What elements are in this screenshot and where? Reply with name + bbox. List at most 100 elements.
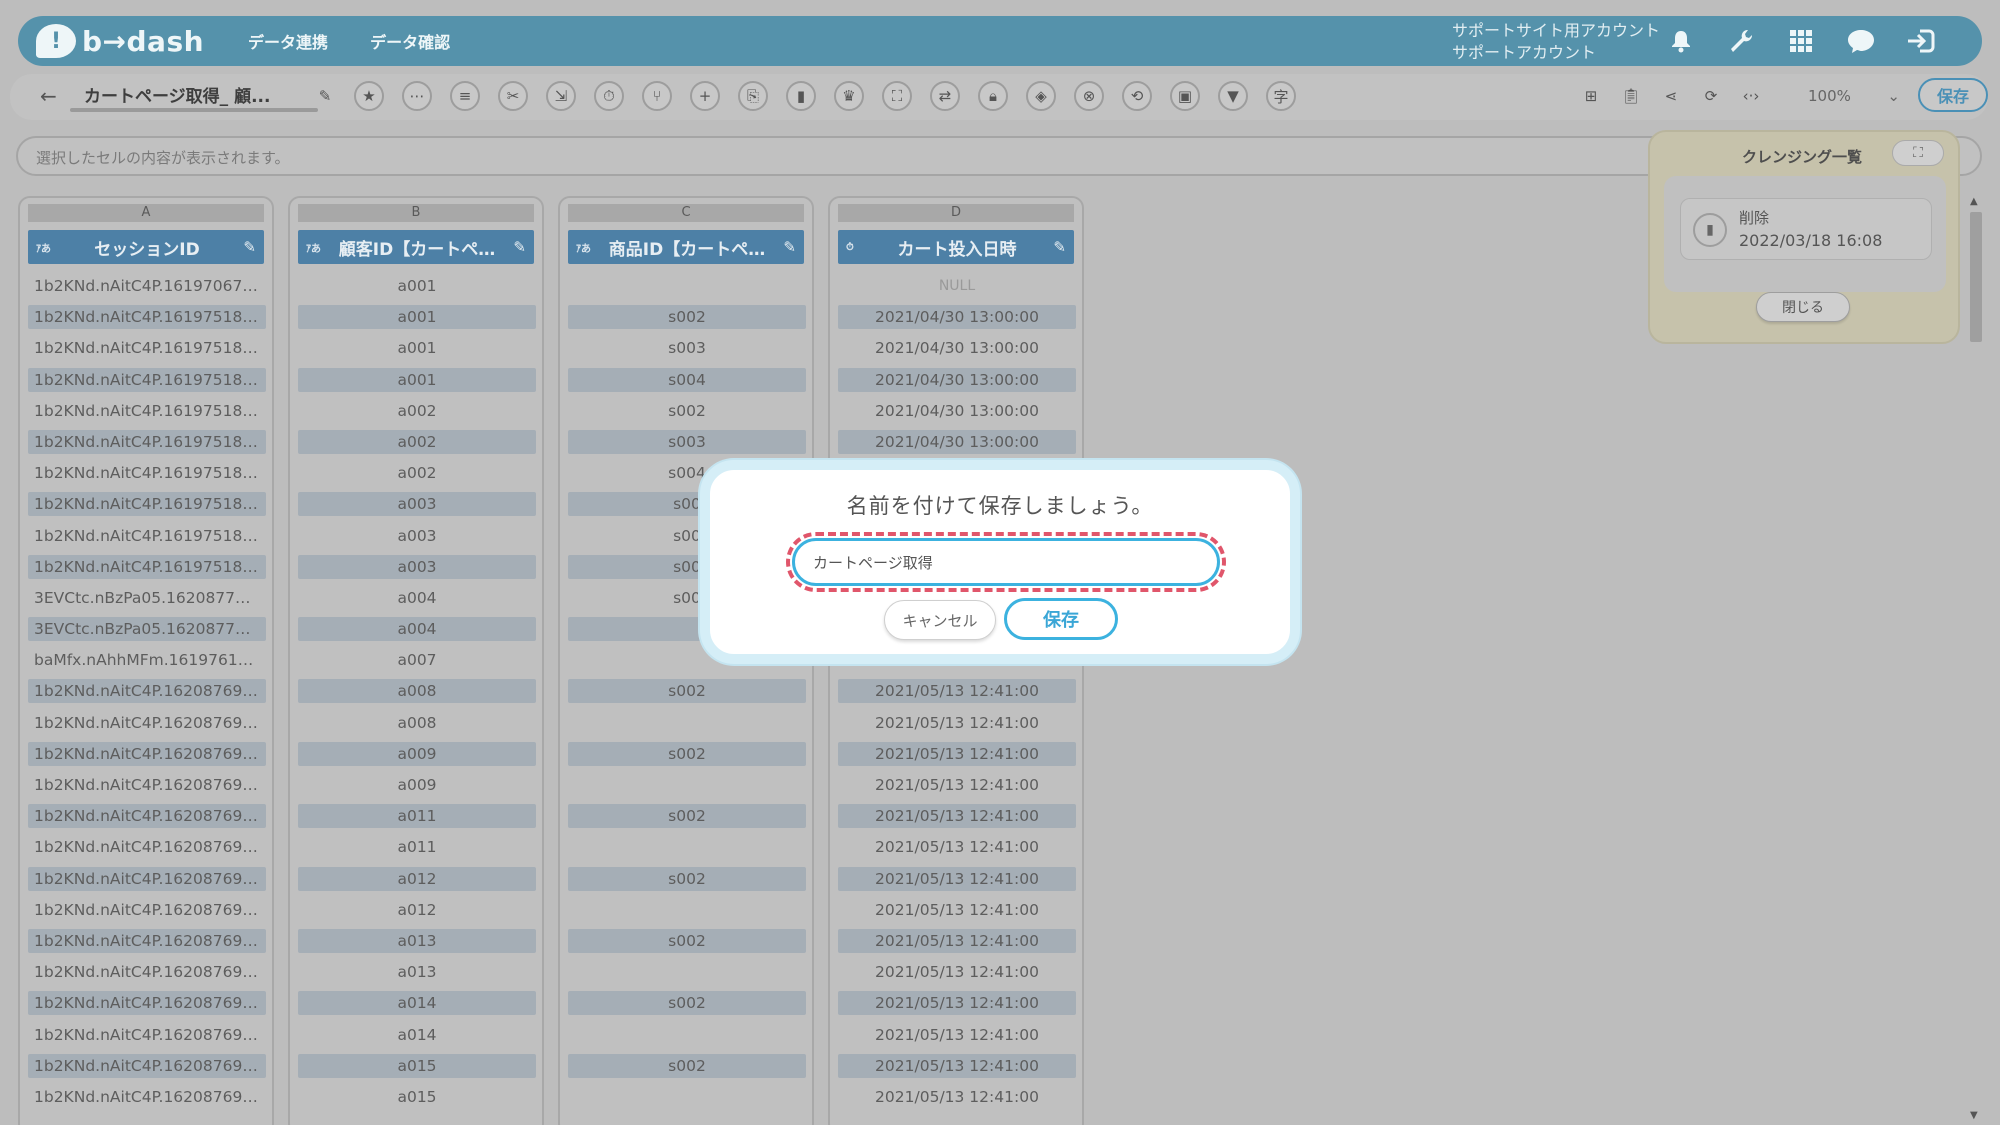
- resize-icon[interactable]: ⇲: [546, 81, 576, 111]
- table-cell[interactable]: 1b2KNd.nAitC4P.162087690...: [28, 928, 266, 953]
- table-cell[interactable]: 1b2KNd.nAitC4P.162087690...: [28, 960, 266, 984]
- table-cell[interactable]: a012: [298, 898, 536, 922]
- table-cell[interactable]: a015: [298, 1085, 536, 1109]
- table-cell[interactable]: a008: [298, 679, 536, 704]
- delete-icon[interactable]: ▮: [786, 81, 816, 111]
- table-cell[interactable]: a002: [298, 461, 536, 485]
- table-cell[interactable]: 1b2KNd.nAitC4P.161975180...: [28, 492, 266, 517]
- table-cell[interactable]: 2021/04/30 13:00:00: [838, 305, 1076, 330]
- table-cell[interactable]: s002: [568, 866, 806, 891]
- table-cell[interactable]: a014: [298, 991, 536, 1016]
- zoom-select[interactable]: 100% ⌄: [1788, 82, 1908, 110]
- column-header[interactable]: ｱあ セッションID ✎: [28, 230, 264, 264]
- column-header[interactable]: ｱあ 顧客ID【カートペ… ✎: [298, 230, 534, 264]
- table-cell[interactable]: [568, 835, 806, 859]
- lock-icon[interactable]: 🔒︎: [978, 81, 1008, 111]
- table-cell[interactable]: 2021/05/13 12:41:00: [838, 741, 1076, 766]
- table-cell[interactable]: a008: [298, 711, 536, 735]
- table-cell[interactable]: a001: [298, 274, 536, 298]
- table-cell[interactable]: a011: [298, 804, 536, 829]
- edit-column-icon[interactable]: ✎: [506, 238, 526, 256]
- table-cell[interactable]: [568, 898, 806, 922]
- table-cell[interactable]: a002: [298, 399, 536, 423]
- nav-data-check[interactable]: データ確認: [370, 29, 450, 53]
- table-cell[interactable]: 2021/04/30 13:00:00: [838, 429, 1076, 454]
- grid-menu-icon[interactable]: [1784, 24, 1818, 58]
- table-cell[interactable]: 2021/05/13 12:41:00: [838, 866, 1076, 891]
- table-cell[interactable]: a001: [298, 336, 536, 360]
- table-cell[interactable]: 1b2KNd.nAitC4P.161975180...: [28, 399, 266, 423]
- table-cell[interactable]: a003: [298, 554, 536, 579]
- table-cell[interactable]: 2021/05/13 12:41:00: [838, 773, 1076, 797]
- table-cell[interactable]: 1b2KNd.nAitC4P.162087690...: [28, 711, 266, 735]
- document-title[interactable]: カートページ取得_ 顧...: [84, 82, 314, 107]
- table-cell[interactable]: a014: [298, 1023, 536, 1047]
- table-cell[interactable]: 2021/05/13 12:41:00: [838, 711, 1076, 735]
- table-cell[interactable]: 2021/05/13 12:41:00: [838, 835, 1076, 859]
- table-cell[interactable]: a002: [298, 429, 536, 454]
- table-cell[interactable]: a003: [298, 524, 536, 548]
- code-icon[interactable]: ‹·›: [1736, 81, 1766, 111]
- table-cell[interactable]: s002: [568, 1053, 806, 1078]
- table-cell[interactable]: 1b2KNd.nAitC4P.161975180...: [28, 461, 266, 485]
- table-cell[interactable]: 2021/05/13 12:41:00: [838, 991, 1076, 1016]
- filter-icon[interactable]: ▼: [1218, 81, 1248, 111]
- table-cell[interactable]: s004: [568, 367, 806, 392]
- dialog-save-button[interactable]: 保存: [1004, 598, 1118, 640]
- table-cell[interactable]: 1b2KNd.nAitC4P.162087690...: [28, 679, 266, 704]
- table-cell[interactable]: 1b2KNd.nAitC4P.162087690...: [28, 866, 266, 891]
- table-cell[interactable]: s003: [568, 336, 806, 360]
- table-cell[interactable]: 2021/04/30 13:00:00: [838, 367, 1076, 392]
- table-cell[interactable]: 1b2KNd.nAitC4P.162087690...: [28, 898, 266, 922]
- table-cell[interactable]: s002: [568, 399, 806, 423]
- table-cell[interactable]: 2021/05/13 12:41:00: [838, 898, 1076, 922]
- account-info[interactable]: サポートサイト用アカウント サポートアカウント: [1452, 20, 1660, 64]
- column-letter[interactable]: C: [568, 204, 804, 222]
- table-cell[interactable]: 1b2KNd.nAitC4P.162087690...: [28, 741, 266, 766]
- table-cell[interactable]: [568, 274, 806, 298]
- frame-icon[interactable]: ▣: [1170, 81, 1200, 111]
- transform-icon[interactable]: ⟲: [1122, 81, 1152, 111]
- column-letter[interactable]: A: [28, 204, 264, 222]
- table-cell[interactable]: NULL: [838, 274, 1076, 298]
- column-header[interactable]: ⏱ カート投入日時 ✎: [838, 230, 1074, 264]
- bell-icon[interactable]: [1664, 24, 1698, 58]
- table-cell[interactable]: a009: [298, 773, 536, 797]
- text-format-icon[interactable]: 字: [1266, 81, 1296, 111]
- table-cell[interactable]: a011: [298, 835, 536, 859]
- close-button[interactable]: 閉じる: [1756, 292, 1850, 322]
- edit-column-icon[interactable]: ✎: [236, 238, 256, 256]
- table-cell[interactable]: 1b2KNd.nAitC4P.161975180...: [28, 305, 266, 330]
- table-cell[interactable]: 2021/05/13 12:41:00: [838, 679, 1076, 704]
- scroll-thumb[interactable]: [1970, 212, 1982, 342]
- table-cell[interactable]: a004: [298, 617, 536, 642]
- table-cell[interactable]: 3EVCtc.nBzPa05.162087702...: [28, 586, 266, 610]
- table-cell[interactable]: s002: [568, 305, 806, 330]
- table-cell[interactable]: a001: [298, 305, 536, 330]
- table-cell[interactable]: a004: [298, 586, 536, 610]
- table-cell[interactable]: s002: [568, 679, 806, 704]
- table-cell[interactable]: 1b2KNd.nAitC4P.161970677...: [28, 274, 266, 298]
- clipboard-icon[interactable]: 📋︎: [1616, 81, 1646, 111]
- wrench-icon[interactable]: [1724, 24, 1758, 58]
- table-cell[interactable]: a012: [298, 866, 536, 891]
- expand-icon[interactable]: ⛶: [1892, 140, 1944, 166]
- table-cell[interactable]: s002: [568, 991, 806, 1016]
- scroll-down-icon[interactable]: ▼: [1970, 1110, 1978, 1121]
- column-letter[interactable]: D: [838, 204, 1074, 222]
- support-chat-icon[interactable]: [1844, 24, 1878, 58]
- table-cell[interactable]: 1b2KNd.nAitC4P.162087690...: [28, 1053, 266, 1078]
- list-icon[interactable]: ≡: [450, 81, 480, 111]
- table-cell[interactable]: a003: [298, 492, 536, 517]
- package-icon[interactable]: ◈: [1026, 81, 1056, 111]
- swap-icon[interactable]: ⇄: [930, 81, 960, 111]
- logo[interactable]: ! b→dash: [36, 24, 204, 58]
- table-cell[interactable]: s002: [568, 741, 806, 766]
- column-header[interactable]: ｱあ 商品ID【カートペ… ✎: [568, 230, 804, 264]
- table-cell[interactable]: [568, 711, 806, 735]
- table-cell[interactable]: 2021/05/13 12:41:00: [838, 1023, 1076, 1047]
- table-cell[interactable]: 2021/05/13 12:41:00: [838, 960, 1076, 984]
- add-icon[interactable]: +: [690, 81, 720, 111]
- table-cell[interactable]: s002: [568, 804, 806, 829]
- table-cell[interactable]: [568, 1023, 806, 1047]
